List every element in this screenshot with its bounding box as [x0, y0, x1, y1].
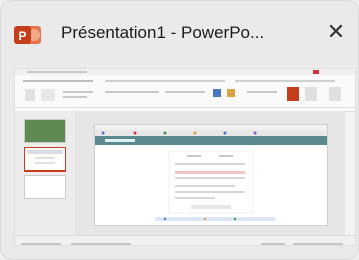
slide-thumbnail-3[interactable]	[24, 175, 66, 199]
close-icon[interactable]: ✕	[323, 19, 349, 45]
svg-text:P: P	[18, 29, 26, 43]
powerpoint-icon: P	[14, 26, 41, 44]
slide-thumbnails-pane	[15, 111, 75, 235]
ribbon-thumbnail	[15, 69, 355, 112]
preview-titlebar: P Présentation1 - PowerPo... ✕	[1, 1, 358, 65]
slide-thumbnail-1[interactable]	[24, 119, 66, 143]
current-slide[interactable]	[95, 125, 327, 225]
slide-editing-area	[75, 111, 345, 235]
ribbon-detail	[15, 69, 355, 108]
slide-screenshot-content	[95, 125, 327, 221]
taskbar-preview-card[interactable]: P Présentation1 - PowerPo... ✕	[0, 0, 359, 260]
window-thumbnail[interactable]	[15, 69, 355, 245]
slide-thumbnail-2[interactable]	[24, 147, 66, 172]
status-bar-thumbnail	[15, 235, 355, 245]
window-title: Présentation1 - PowerPo...	[61, 23, 265, 42]
